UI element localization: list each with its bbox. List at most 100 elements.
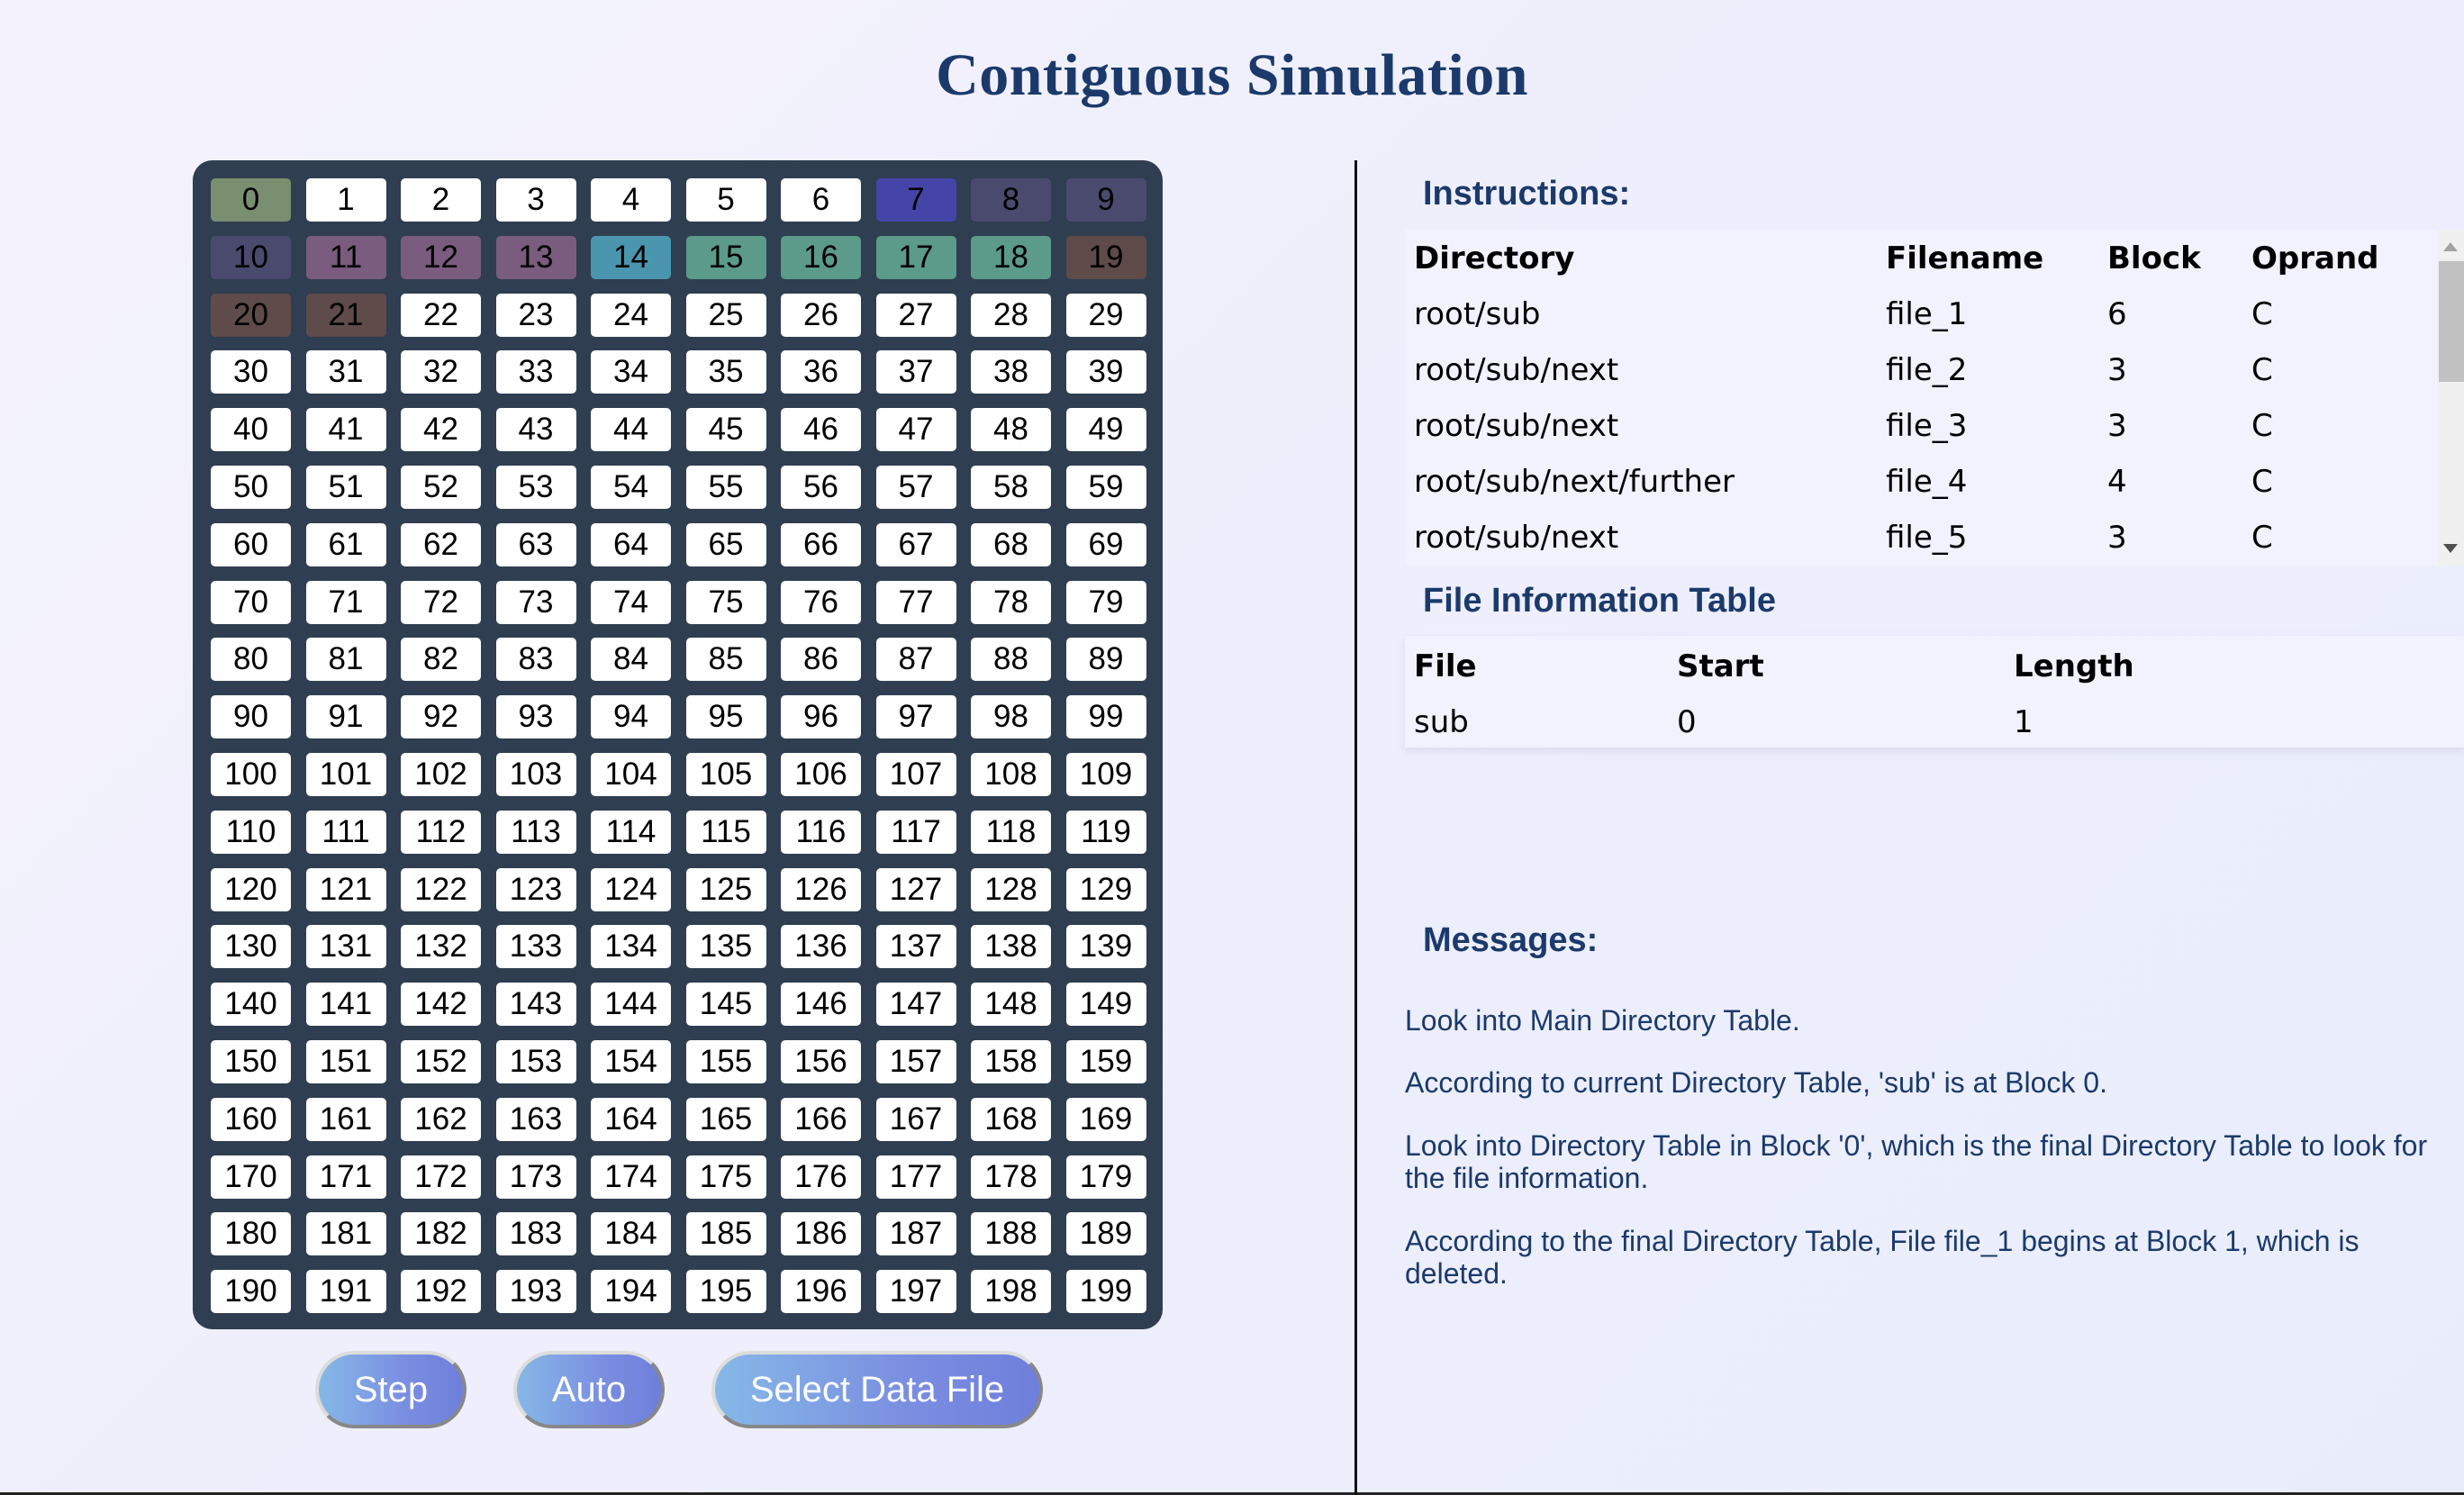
disk-block[interactable]: 42	[401, 408, 481, 452]
disk-block[interactable]: 136	[781, 925, 861, 969]
disk-block[interactable]: 69	[1065, 522, 1146, 566]
disk-block[interactable]: 130	[211, 925, 291, 969]
disk-block[interactable]: 45	[685, 408, 766, 452]
disk-block[interactable]: 15	[685, 235, 766, 279]
disk-block[interactable]: 85	[685, 638, 766, 682]
disk-block[interactable]: 111	[305, 810, 386, 854]
disk-block[interactable]: 161	[305, 1097, 386, 1141]
disk-block[interactable]: 27	[875, 293, 956, 337]
disk-block[interactable]: 170	[211, 1155, 291, 1199]
disk-block[interactable]: 14	[591, 235, 671, 279]
disk-block[interactable]: 150	[211, 1040, 291, 1083]
disk-block[interactable]: 35	[685, 350, 766, 394]
disk-block[interactable]: 53	[495, 466, 576, 509]
disk-block[interactable]: 21	[305, 293, 386, 337]
disk-block[interactable]: 184	[591, 1212, 671, 1256]
disk-block[interactable]: 41	[305, 408, 386, 452]
disk-block[interactable]: 67	[875, 522, 956, 566]
disk-block[interactable]: 56	[781, 466, 861, 509]
disk-block[interactable]: 178	[971, 1155, 1051, 1199]
disk-block[interactable]: 58	[971, 466, 1051, 509]
disk-block[interactable]: 131	[305, 925, 386, 969]
disk-block[interactable]: 97	[875, 695, 956, 739]
disk-block[interactable]: 4	[591, 178, 671, 222]
disk-block[interactable]: 86	[781, 638, 861, 682]
disk-block[interactable]: 153	[495, 1040, 576, 1083]
disk-block[interactable]: 46	[781, 408, 861, 452]
disk-block[interactable]: 36	[781, 350, 861, 394]
auto-button[interactable]: Auto	[513, 1351, 665, 1428]
disk-block[interactable]: 26	[781, 293, 861, 337]
disk-block[interactable]: 38	[971, 350, 1051, 394]
disk-block[interactable]: 165	[685, 1097, 766, 1141]
disk-block[interactable]: 191	[305, 1270, 386, 1314]
disk-block[interactable]: 66	[781, 522, 861, 566]
disk-block[interactable]: 77	[875, 580, 956, 624]
disk-block[interactable]: 31	[305, 350, 386, 394]
disk-block[interactable]: 48	[971, 408, 1051, 452]
disk-block[interactable]: 105	[685, 753, 766, 796]
disk-block[interactable]: 20	[211, 293, 291, 337]
disk-block[interactable]: 34	[591, 350, 671, 394]
disk-block[interactable]: 142	[401, 983, 481, 1027]
disk-block[interactable]: 164	[591, 1097, 671, 1141]
disk-block[interactable]: 54	[591, 466, 671, 509]
disk-block[interactable]: 109	[1065, 753, 1146, 796]
disk-block[interactable]: 197	[875, 1270, 956, 1314]
disk-block[interactable]: 24	[591, 293, 671, 337]
disk-block[interactable]: 98	[971, 695, 1051, 739]
disk-block[interactable]: 117	[875, 810, 956, 854]
disk-block[interactable]: 145	[685, 983, 766, 1027]
disk-block[interactable]: 144	[591, 983, 671, 1027]
disk-block[interactable]: 47	[875, 408, 956, 452]
disk-block[interactable]: 155	[685, 1040, 766, 1083]
select-data-file-button[interactable]: Select Data File	[711, 1351, 1043, 1428]
disk-block[interactable]: 115	[685, 810, 766, 854]
disk-block[interactable]: 151	[305, 1040, 386, 1083]
disk-block[interactable]: 133	[495, 925, 576, 969]
disk-block[interactable]: 73	[495, 580, 576, 624]
disk-block[interactable]: 167	[875, 1097, 956, 1141]
disk-block[interactable]: 8	[971, 178, 1051, 222]
disk-block[interactable]: 108	[971, 753, 1051, 796]
disk-block[interactable]: 40	[211, 408, 291, 452]
disk-block[interactable]: 10	[211, 235, 291, 279]
disk-block[interactable]: 116	[781, 810, 861, 854]
disk-block[interactable]: 189	[1065, 1212, 1146, 1256]
disk-block[interactable]: 163	[495, 1097, 576, 1141]
disk-block[interactable]: 68	[971, 522, 1051, 566]
disk-block[interactable]: 103	[495, 753, 576, 796]
disk-block[interactable]: 193	[495, 1270, 576, 1314]
disk-block[interactable]: 187	[875, 1212, 956, 1256]
disk-block[interactable]: 17	[875, 235, 956, 279]
disk-block[interactable]: 177	[875, 1155, 956, 1199]
disk-block[interactable]: 44	[591, 408, 671, 452]
disk-block[interactable]: 22	[401, 293, 481, 337]
disk-block[interactable]: 134	[591, 925, 671, 969]
disk-block[interactable]: 199	[1065, 1270, 1146, 1314]
disk-block[interactable]: 80	[211, 638, 291, 682]
disk-block[interactable]: 113	[495, 810, 576, 854]
disk-block[interactable]: 19	[1065, 235, 1146, 279]
disk-block[interactable]: 12	[401, 235, 481, 279]
disk-block[interactable]: 159	[1065, 1040, 1146, 1083]
disk-block[interactable]: 6	[781, 178, 861, 222]
disk-block[interactable]: 89	[1065, 638, 1146, 682]
disk-block[interactable]: 194	[591, 1270, 671, 1314]
disk-block[interactable]: 99	[1065, 695, 1146, 739]
scroll-thumb[interactable]	[2439, 261, 2464, 382]
disk-block[interactable]: 182	[401, 1212, 481, 1256]
disk-block[interactable]: 13	[495, 235, 576, 279]
disk-block[interactable]: 173	[495, 1155, 576, 1199]
disk-block[interactable]: 118	[971, 810, 1051, 854]
disk-block[interactable]: 76	[781, 580, 861, 624]
scroll-up-arrow-icon[interactable]	[2443, 242, 2458, 251]
disk-block[interactable]: 156	[781, 1040, 861, 1083]
disk-block[interactable]: 192	[401, 1270, 481, 1314]
disk-block[interactable]: 123	[495, 867, 576, 911]
disk-block[interactable]: 106	[781, 753, 861, 796]
disk-block[interactable]: 91	[305, 695, 386, 739]
disk-block[interactable]: 139	[1065, 925, 1146, 969]
instructions-table[interactable]: Directory Filename Block Oprand root/sub…	[1405, 230, 2464, 566]
disk-block[interactable]: 186	[781, 1212, 861, 1256]
